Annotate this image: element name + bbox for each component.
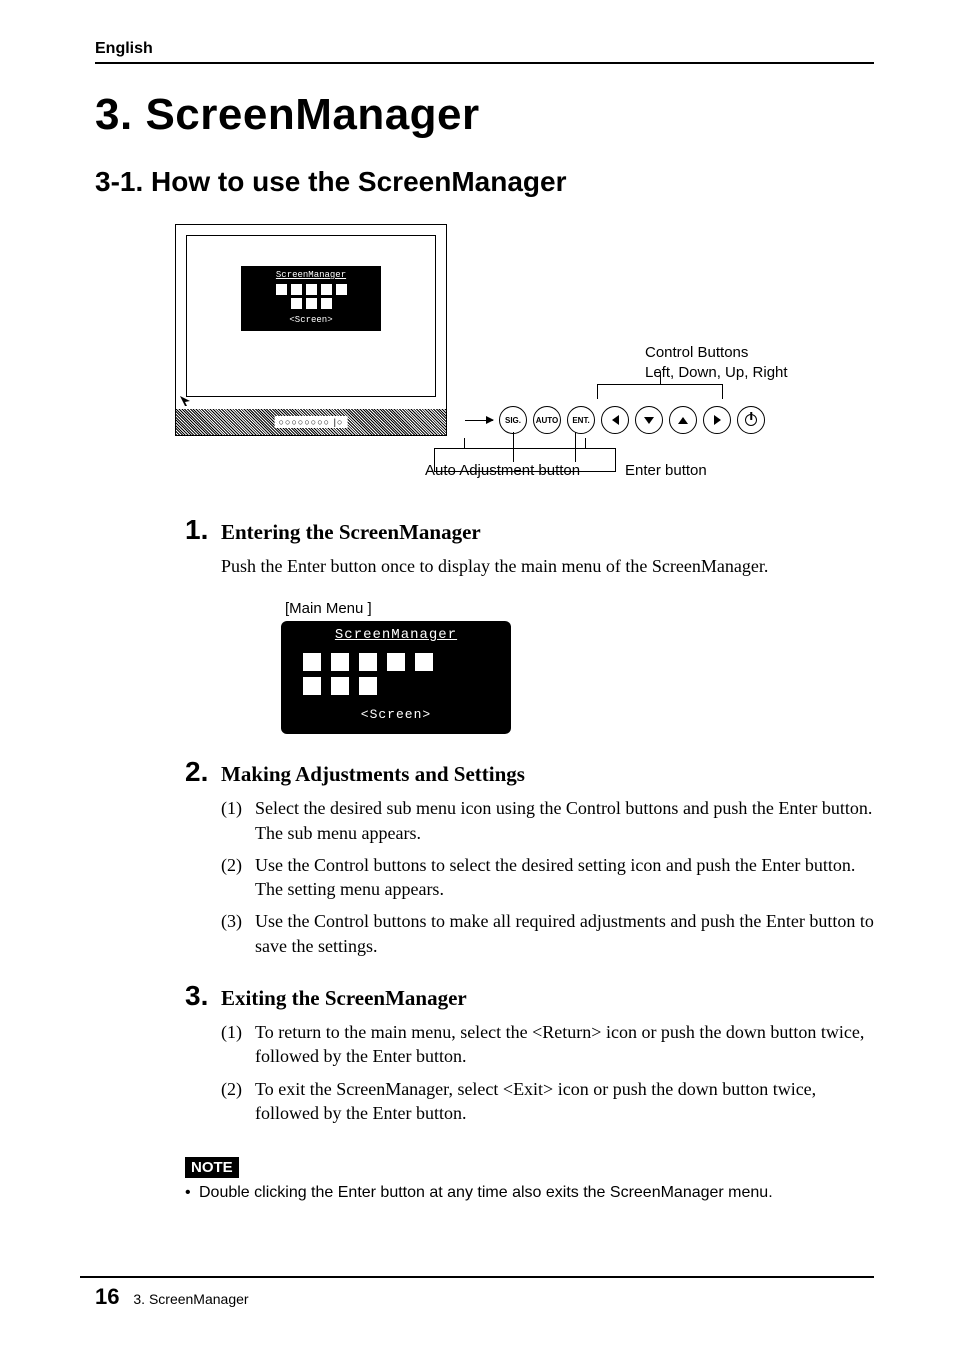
step-1: 1. Entering the ScreenManager Push the E… [185, 514, 874, 734]
list-text: Use the Control buttons to select the de… [255, 853, 874, 902]
main-menu-figure: [Main Menu ] ScreenManager <Screen> [281, 600, 874, 734]
list-item: (1)To return to the main menu, select th… [221, 1020, 874, 1069]
menu-selected-item: <Screen> [281, 707, 511, 722]
menu-icon [303, 653, 321, 671]
osd-title: ScreenManager [276, 270, 346, 281]
label-control-buttons: Control Buttons [645, 344, 748, 361]
step-number: 3. [185, 980, 221, 1012]
auto-button-icon: AUTO [533, 406, 561, 434]
menu-icon [415, 653, 433, 671]
osd-icon [321, 298, 332, 309]
leader-line [575, 432, 576, 462]
list-text: To exit the ScreenManager, select <Exit>… [255, 1077, 874, 1126]
label-enter-button: Enter button [625, 462, 707, 479]
power-button-icon [737, 406, 765, 434]
footer-rule [80, 1276, 874, 1278]
menu-title: ScreenManager [335, 627, 457, 643]
step-description: Push the Enter button once to display th… [221, 554, 874, 578]
osd-popup: ScreenManager <Screen> [241, 266, 381, 331]
chapter-title: 3. ScreenManager [95, 90, 874, 140]
step-sublist: (1)Select the desired sub menu icon usin… [221, 796, 874, 958]
step-number: 1. [185, 514, 221, 546]
monitor-bezel: ○○○○○○○○ |○ [176, 409, 446, 435]
list-text: Use the Control buttons to make all requ… [255, 909, 874, 958]
header-rule [95, 62, 874, 64]
chapter-number: 3. [95, 90, 133, 139]
page-number: 16 [95, 1284, 119, 1309]
bezel-indicators: ○○○○○○○○ |○ [275, 416, 348, 428]
list-marker: (1) [221, 1020, 255, 1069]
arrow-icon [465, 420, 493, 421]
label-control-buttons-sub: Left, Down, Up, Right [645, 364, 788, 381]
osd-icon [321, 284, 332, 295]
menu-icon [303, 677, 321, 695]
list-item: (3)Use the Control buttons to make all r… [221, 909, 874, 958]
list-text: To return to the main menu, select the <… [255, 1020, 874, 1069]
step-title: Making Adjustments and Settings [221, 762, 525, 787]
section-name: How to use the ScreenManager [151, 166, 566, 197]
up-button-icon [669, 406, 697, 434]
down-button-icon [635, 406, 663, 434]
page-footer: 16 3. ScreenManager [95, 1284, 249, 1310]
osd-icon [306, 298, 317, 309]
list-item: (2)To exit the ScreenManager, select <Ex… [221, 1077, 874, 1126]
label-auto-adjustment: Auto Adjustment button [425, 462, 580, 479]
left-button-icon [601, 406, 629, 434]
enter-button-icon: ENT. [567, 406, 595, 434]
cursor-icon [180, 393, 190, 403]
list-item: (1)Select the desired sub menu icon usin… [221, 796, 874, 845]
menu-icon [331, 653, 349, 671]
leader-line [513, 432, 514, 462]
menu-icon [359, 677, 377, 695]
menu-icon [359, 653, 377, 671]
monitor-screen: ScreenManager <Screen> [186, 235, 436, 397]
footer-chapter-ref: 3. ScreenManager [133, 1291, 248, 1307]
sig-button-icon: SIG. [499, 406, 527, 434]
list-marker: (3) [221, 909, 255, 958]
menu-icon [331, 677, 349, 695]
figure-monitor-diagram: ScreenManager <Screen> [175, 224, 874, 504]
menu-icon [387, 653, 405, 671]
section-title: 3-1. How to use the ScreenManager [95, 166, 874, 198]
chapter-name: ScreenManager [145, 90, 479, 139]
language-header: English [95, 40, 874, 58]
panel-buttons-row: SIG. AUTO ENT. [465, 406, 765, 434]
main-menu-preview: ScreenManager <Screen> [281, 621, 511, 734]
step-sublist: (1)To return to the main menu, select th… [221, 1020, 874, 1125]
bracket-control-buttons [597, 384, 723, 399]
step-title: Entering the ScreenManager [221, 520, 481, 545]
osd-icon [291, 284, 302, 295]
step-number: 2. [185, 756, 221, 788]
osd-icon [306, 284, 317, 295]
list-text: Select the desired sub menu icon using t… [255, 796, 874, 845]
right-button-icon [703, 406, 731, 434]
monitor-outline: ScreenManager <Screen> [175, 224, 447, 436]
section-number: 3-1. [95, 166, 143, 197]
osd-icon [291, 298, 302, 309]
step-3: 3. Exiting the ScreenManager (1)To retur… [185, 980, 874, 1125]
list-marker: (2) [221, 853, 255, 902]
note-text: Double clicking the Enter button at any … [185, 1184, 874, 1202]
step-title: Exiting the ScreenManager [221, 986, 467, 1011]
list-item: (2)Use the Control buttons to select the… [221, 853, 874, 902]
osd-icon [336, 284, 347, 295]
main-menu-caption: [Main Menu ] [285, 600, 874, 617]
list-marker: (2) [221, 1077, 255, 1126]
step-2: 2. Making Adjustments and Settings (1)Se… [185, 756, 874, 958]
osd-selected: <Screen> [241, 315, 381, 325]
note-label: NOTE [185, 1157, 239, 1178]
list-marker: (1) [221, 796, 255, 845]
osd-icon [276, 284, 287, 295]
